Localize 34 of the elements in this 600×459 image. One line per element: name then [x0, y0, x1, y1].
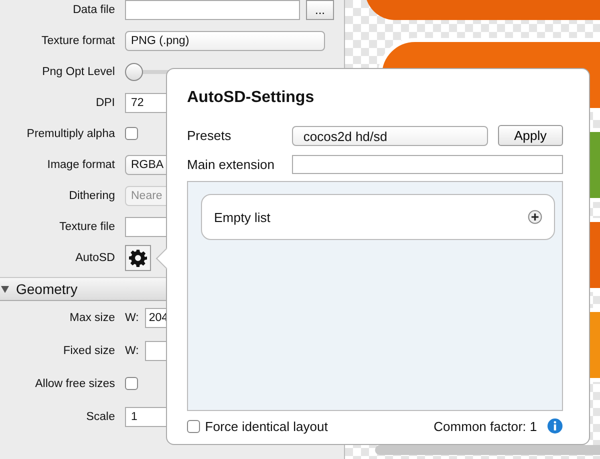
field-label: Texture format — [40, 34, 116, 46]
file-field[interactable] — [125, 0, 300, 20]
extension-field[interactable] — [292, 155, 563, 174]
field-label: Allow free sizes — [34, 378, 116, 390]
field-label: DPI — [94, 96, 116, 108]
add-icon[interactable] — [528, 210, 542, 224]
field-label: Image format — [46, 158, 116, 170]
field-label: Dithering — [68, 190, 116, 202]
checkbox[interactable] — [125, 127, 138, 140]
width-label: W: — [125, 312, 139, 324]
presets-select[interactable]: cocos2d hd/sd — [292, 126, 488, 146]
field-label: Data file — [72, 4, 116, 16]
select-field[interactable]: PNG (.png) — [125, 30, 325, 50]
field-label: Premultiply alpha — [26, 128, 116, 140]
field-label: Png Opt Level — [41, 66, 116, 78]
force-layout-label: Force identical layout — [205, 418, 328, 434]
empty-list-label: Empty list — [214, 210, 270, 224]
field-label: Main extension — [187, 157, 276, 172]
info-icon[interactable] — [547, 418, 563, 434]
field-label: Texture file — [58, 220, 116, 232]
field-label: AutoSD — [74, 252, 116, 264]
checkbox[interactable] — [187, 420, 200, 432]
width-label: W: — [125, 344, 139, 356]
field-label: Presets — [187, 128, 232, 143]
gear-icon — [129, 248, 147, 266]
field-label: Max size — [68, 312, 116, 324]
field-label: Scale — [85, 410, 116, 422]
common-factor-label: Common factor: 1 — [434, 418, 537, 434]
browse-button[interactable]: ... — [306, 0, 334, 20]
apply-button[interactable]: Apply — [498, 125, 563, 146]
checkbox[interactable] — [125, 377, 138, 390]
settings-button[interactable] — [125, 244, 151, 270]
field-label: Fixed size — [62, 344, 116, 356]
popover-title: AutoSD-Settings — [187, 89, 316, 108]
